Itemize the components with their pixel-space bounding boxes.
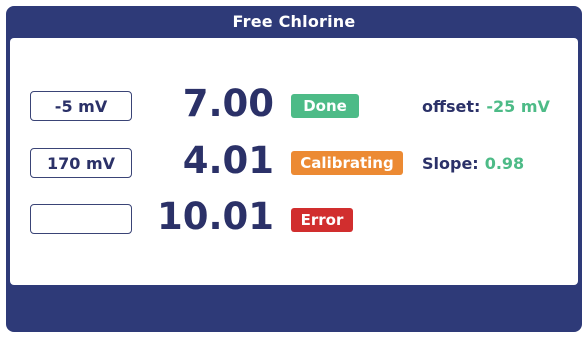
offset-label: offset: [422, 97, 481, 116]
panel-title: Free Chlorine [232, 11, 356, 31]
offset-info: offset: -25 mV [422, 97, 550, 116]
calibration-panel: Free Chlorine -5 mV 7.00 Done 170 mV 4.0… [6, 6, 582, 332]
slope-value: 0.98 [484, 154, 525, 173]
mv-readout-1: -5 mV [30, 91, 132, 121]
slope-info: Slope: 0.98 [422, 154, 524, 173]
status-badge-error: Error [291, 208, 353, 232]
offset-value: -25 mV [486, 97, 550, 116]
ph-buffer-value-2: 4.01 [182, 139, 274, 182]
ph-buffer-value-3: 10.01 [156, 195, 274, 238]
mv-readout-3 [30, 204, 132, 234]
ph-buffer-value-1: 7.00 [182, 82, 274, 125]
status-badge-done: Done [291, 94, 359, 118]
footer-bar [6, 286, 582, 332]
calibration-content: -5 mV 7.00 Done 170 mV 4.01 Calibrating … [10, 38, 578, 285]
status-badge-calibrating: Calibrating [291, 151, 403, 175]
slope-label: Slope: [422, 154, 479, 173]
mv-readout-2: 170 mV [30, 148, 132, 178]
